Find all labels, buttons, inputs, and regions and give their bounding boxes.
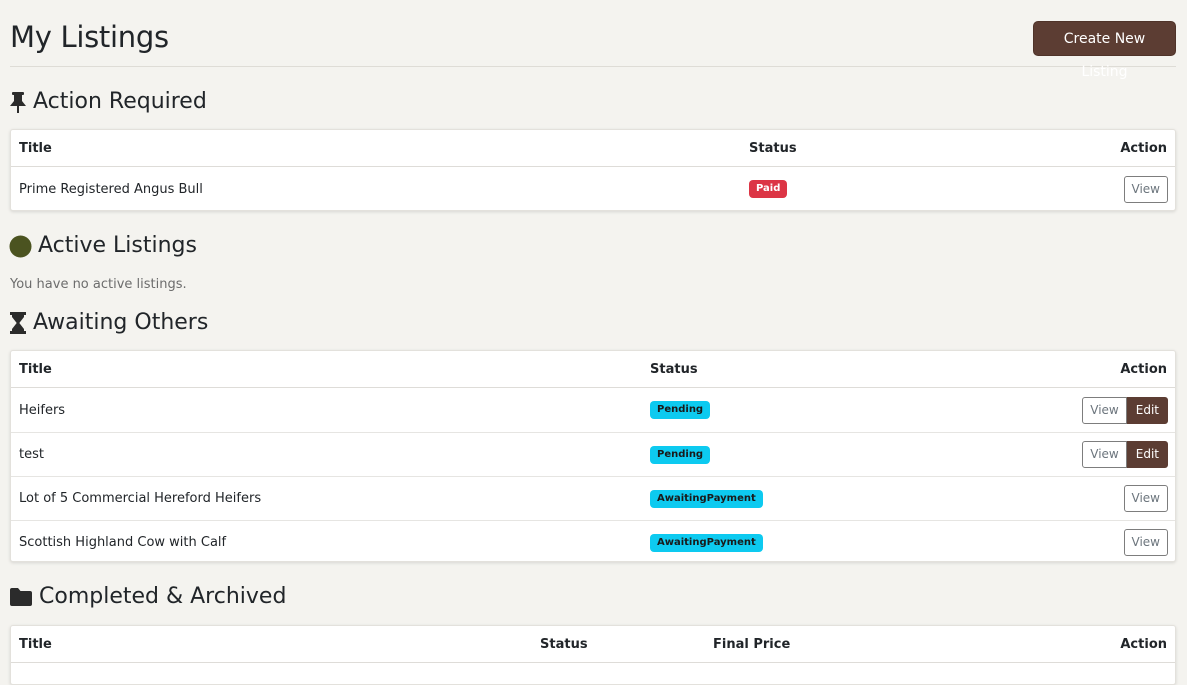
- column-header-status: Status: [540, 636, 588, 652]
- table-header-row: Title Status Action: [11, 351, 1175, 388]
- section-heading-action-required: Action Required: [9, 87, 207, 117]
- completed-archived-table: Title Status Final Price Action: [10, 625, 1176, 685]
- column-header-title: Title: [19, 140, 52, 156]
- empty-active-listings-text: You have no active listings.: [10, 277, 187, 292]
- status-badge: AwaitingPayment: [650, 489, 763, 508]
- listing-title: Prime Registered Angus Bull: [19, 181, 203, 197]
- section-heading-label: Active Listings: [38, 233, 197, 258]
- view-button[interactable]: View: [1123, 529, 1168, 556]
- section-heading-active-listings: Active Listings: [9, 231, 197, 261]
- table-row: Prime Registered Angus Bull Paid View: [11, 167, 1175, 210]
- view-button[interactable]: View: [1123, 485, 1168, 512]
- status-badge: AwaitingPayment: [650, 533, 763, 552]
- row-action-group: View Edit: [1082, 396, 1168, 424]
- column-header-action: Action: [1120, 636, 1167, 652]
- section-heading-label: Action Required: [33, 89, 207, 114]
- section-heading-completed-archived: Completed & Archived: [9, 582, 286, 612]
- page-header: My Listings Create New Listing: [10, 10, 1176, 80]
- table-row: Lot of 5 Commercial Hereford Heifers Awa…: [11, 476, 1175, 520]
- folder-icon: [9, 587, 33, 607]
- section-heading-label: Completed & Archived: [39, 584, 287, 609]
- action-required-table: Title Status Action Prime Registered Ang…: [10, 129, 1176, 211]
- listing-title: Lot of 5 Commercial Hereford Heifers: [19, 491, 262, 506]
- listing-title: Scottish Highland Cow with Calf: [19, 535, 227, 550]
- table-row: Heifers Pending View Edit: [11, 388, 1175, 432]
- section-heading-awaiting-others: Awaiting Others: [9, 308, 208, 338]
- status-badge: Paid: [749, 180, 788, 198]
- table-row: test Pending View Edit: [11, 432, 1175, 476]
- listing-title: Heifers: [19, 402, 66, 418]
- awaiting-others-table: Title Status Action Heifers Pending View…: [10, 350, 1176, 562]
- column-header-title: Title: [19, 636, 52, 652]
- row-action-group: View Edit: [1082, 441, 1168, 468]
- green-circle-icon: [9, 235, 32, 258]
- view-button[interactable]: View: [1123, 175, 1168, 203]
- column-header-status: Status: [749, 140, 797, 156]
- view-button[interactable]: View: [1082, 441, 1127, 468]
- table-header-row: Title Status Action: [11, 130, 1175, 167]
- status-badge: Pending: [650, 445, 711, 464]
- create-new-listing-button[interactable]: Create New Listing: [1033, 21, 1176, 80]
- table-row: Scottish Highland Cow with Calf Awaiting…: [11, 520, 1175, 561]
- section-heading-label: Awaiting Others: [33, 310, 209, 335]
- listing-title: test: [19, 447, 44, 462]
- page: My Listings Create New Listing Action Re…: [0, 0, 1187, 685]
- table-header-row: Title Status Final Price Action: [11, 626, 1175, 663]
- status-badge: Pending: [650, 401, 711, 419]
- column-header-title: Title: [19, 361, 52, 377]
- column-header-action: Action: [1120, 361, 1167, 377]
- column-header-final-price: Final Price: [713, 636, 791, 652]
- column-header-status: Status: [650, 361, 698, 377]
- edit-button[interactable]: Edit: [1126, 396, 1168, 424]
- edit-button[interactable]: Edit: [1126, 441, 1168, 468]
- column-header-action: Action: [1120, 140, 1167, 156]
- view-button[interactable]: View: [1082, 396, 1127, 424]
- hourglass-icon: [9, 312, 27, 334]
- pushpin-icon: [9, 91, 27, 113]
- page-title: My Listings: [10, 20, 169, 54]
